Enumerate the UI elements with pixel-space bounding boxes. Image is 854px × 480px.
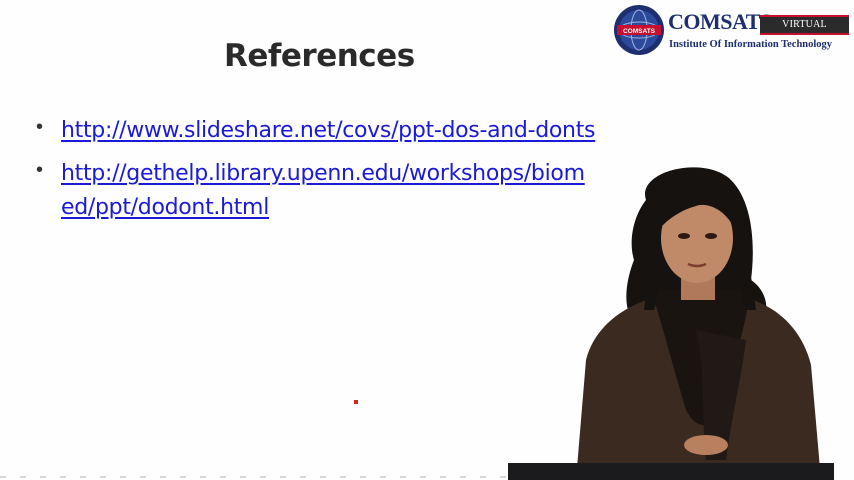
svg-text:COMSATS: COMSATS	[623, 28, 656, 35]
desk	[508, 463, 834, 480]
laser-pointer-dot	[354, 400, 358, 404]
bullet-icon: •	[36, 116, 44, 138]
comsats-seal-icon: COMSATS	[614, 5, 664, 55]
comsats-logo: COMSATS COMSATS VIRTUAL CAMPUS Institute…	[613, 3, 853, 57]
logo-tagline: Institute Of Information Technology	[669, 39, 833, 50]
slide-title: References	[224, 38, 415, 74]
reference-link-upenn[interactable]: http://gethelp.library.upenn.edu/worksho…	[61, 157, 596, 225]
video-frame: References • http://www.slideshare.net/c…	[0, 0, 854, 480]
presenter-figure	[576, 167, 821, 480]
list-item: • http://gethelp.library.upenn.edu/works…	[36, 157, 596, 225]
virtual-campus-badge: VIRTUAL CAMPUS	[760, 15, 849, 46]
reference-link-slideshare[interactable]: http://www.slideshare.net/covs/ppt-dos-a…	[61, 114, 596, 148]
floor-strip	[0, 476, 508, 478]
list-item: • http://www.slideshare.net/covs/ppt-dos…	[36, 114, 596, 148]
references-list: • http://www.slideshare.net/covs/ppt-dos…	[36, 114, 596, 234]
logo-brand-name: COMSATS	[668, 9, 772, 34]
bullet-icon: •	[36, 159, 44, 181]
